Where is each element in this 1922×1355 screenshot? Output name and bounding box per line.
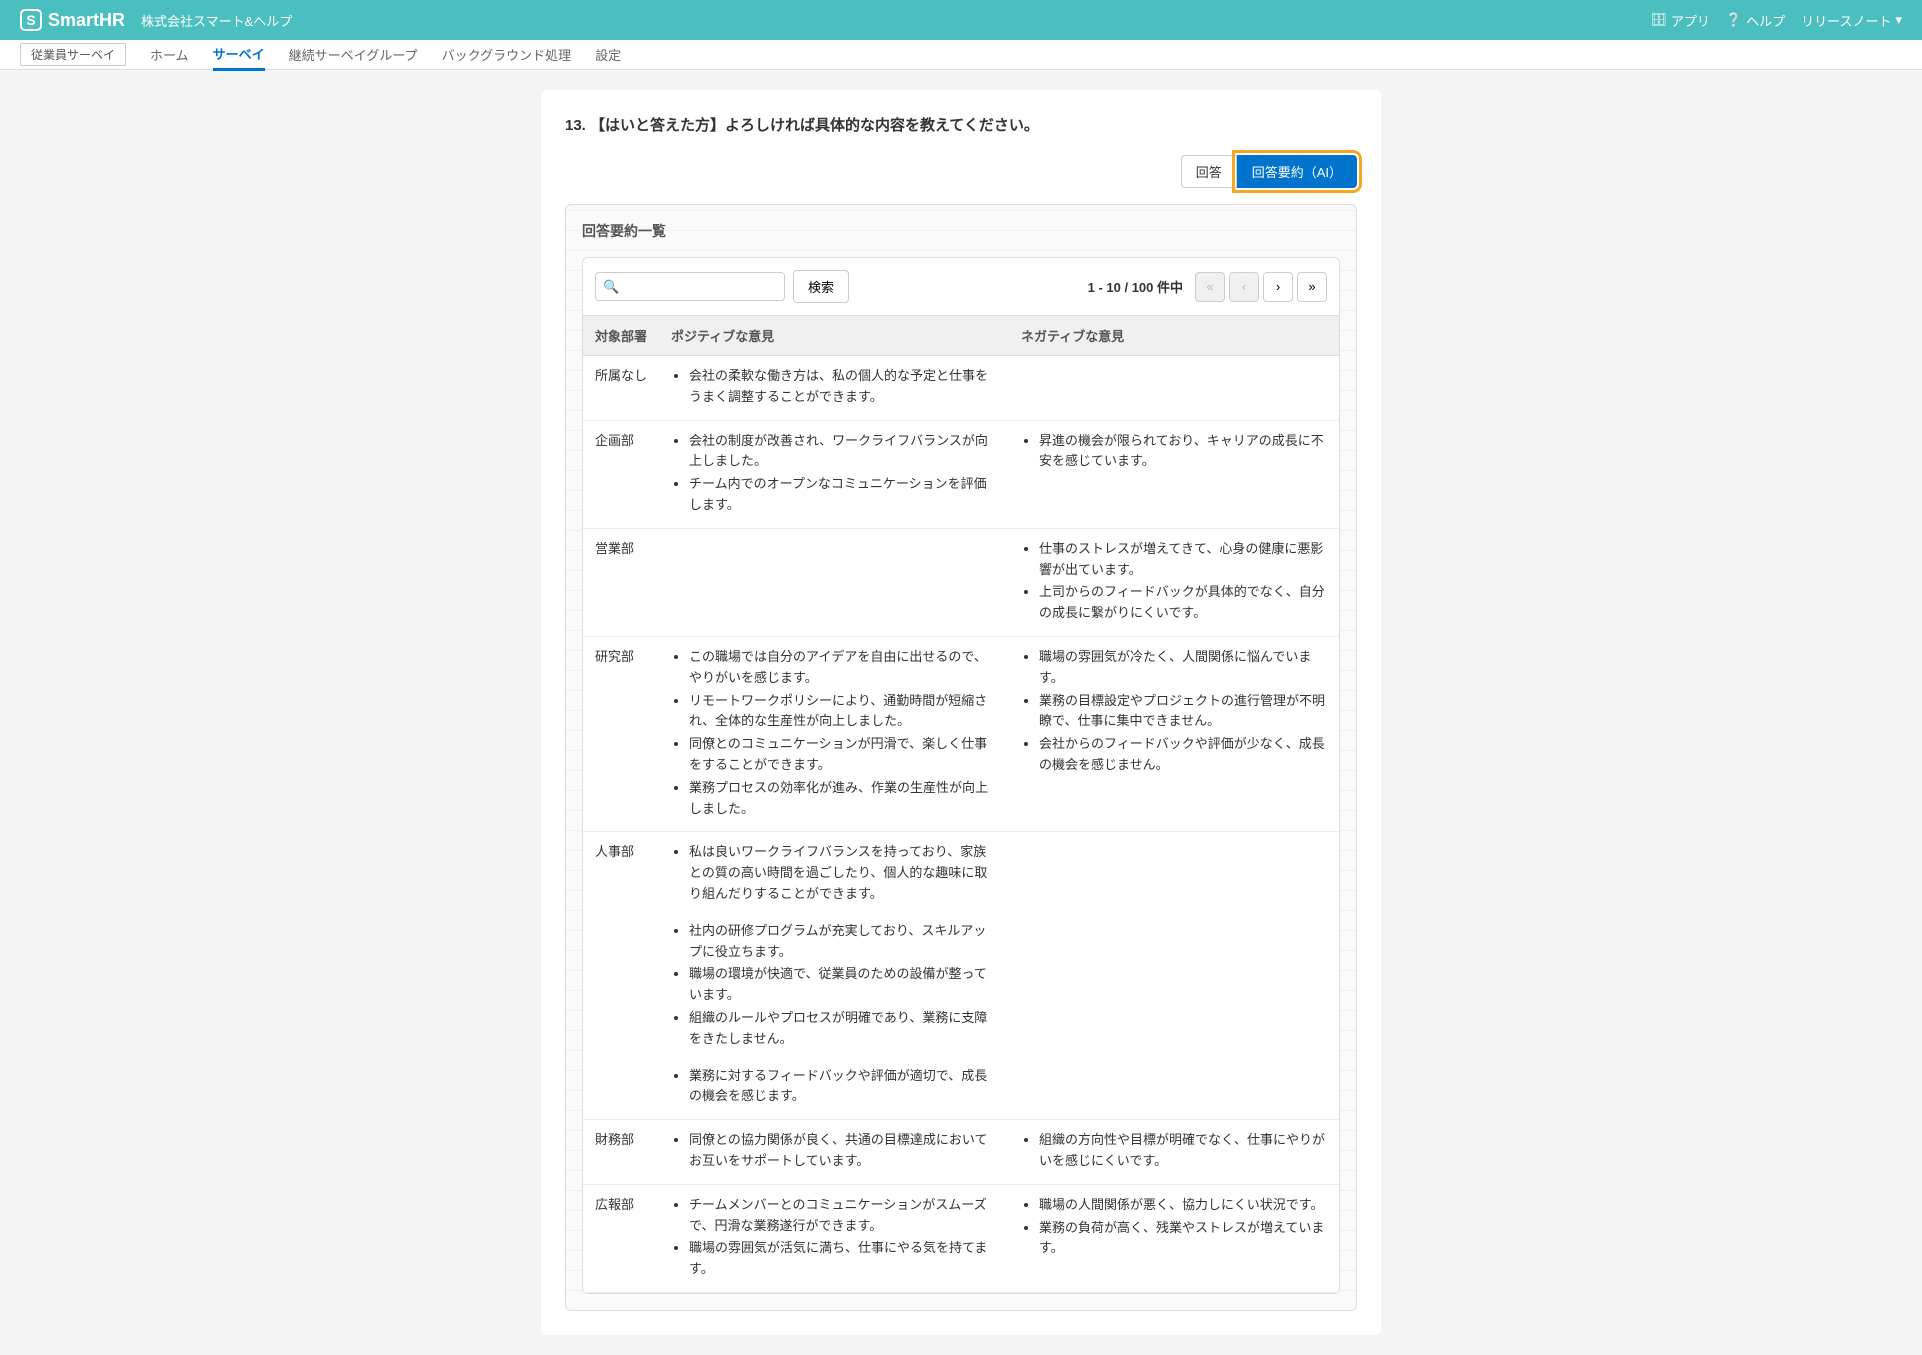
release-notes-link[interactable]: リリースノート ▾ [1801,11,1902,30]
question-card: 13. 【はいと答えた方】よろしければ具体的な内容を教えてください。 回答 回答… [541,90,1381,1335]
summary-panel: 回答要約一覧 🔍 検索 1 - 10 / 100 件中 « ‹ › » [565,204,1357,1311]
question-title: 13. 【はいと答えた方】よろしければ具体的な内容を教えてください。 [565,114,1357,135]
negative-cell [1009,356,1339,421]
negative-cell: 仕事のストレスが増えてきて、心身の健康に悪影響が出ています。上司からのフィードバ… [1009,528,1339,636]
page-prev-button[interactable]: ‹ [1229,272,1259,302]
list-item: 会社からのフィードバックや評価が少なく、成長の機会を感じません。 [1039,734,1327,776]
table-row: 財務部同僚との協力関係が良く、共通の目標達成においてお互いをサポートしています。… [583,1120,1339,1185]
list-item: 昇進の機会が限られており、キャリアの成長に不安を感じています。 [1039,431,1327,473]
positive-cell: 会社の制度が改善され、ワークライフバランスが向上しました。チーム内でのオープンな… [659,420,1009,528]
list-item: 会社の制度が改善され、ワークライフバランスが向上しました。 [689,431,997,473]
table-row: 営業部 仕事のストレスが増えてきて、心身の健康に悪影響が出ています。上司からのフィ… [583,528,1339,636]
list-item: 職場の環境が快適で、従業員のための設備が整っています。 [689,964,997,1006]
pagination: 1 - 10 / 100 件中 « ‹ › » [1088,272,1327,302]
list-item: チームメンバーとのコミュニケーションがスムーズで、円滑な業務遂行ができます。 [689,1195,997,1237]
table-row: 企画部会社の制度が改善され、ワークライフバランスが向上しました。チーム内でのオー… [583,420,1339,528]
app-header: S SmartHR 株式会社スマート&ヘルプ 🗄 アプリ ❔ ヘルプ リリースノ… [0,0,1922,40]
search-input[interactable] [595,272,785,301]
app-link[interactable]: 🗄 アプリ [1650,11,1710,30]
dept-cell: 広報部 [583,1184,659,1292]
page-next-button[interactable]: › [1263,272,1293,302]
search-button[interactable]: 検索 [793,270,849,303]
col-positive: ポジティブな意見 [659,316,1009,356]
col-dept: 対象部署 [583,316,659,356]
list-item: 私は良いワークライフバランスを持っており、家族との質の高い時間を過ごしたり、個人… [689,842,997,904]
positive-cell: この職場では自分のアイデアを自由に出せるので、やりがいを感じます。リモートワーク… [659,636,1009,831]
positive-cell [659,528,1009,636]
positive-cell: 同僚との協力関係が良く、共通の目標達成においてお互いをサポートしています。 [659,1120,1009,1185]
negative-cell [1009,832,1339,1120]
nav-survey[interactable]: サーベイ [213,39,265,71]
list-item: 職場の雰囲気が活気に満ち、仕事にやる気を持てます。 [689,1238,997,1280]
nav-home[interactable]: ホーム [150,40,189,69]
negative-cell: 組織の方向性や目標が明確でなく、仕事にやりがいを感じにくいです。 [1009,1120,1339,1185]
chevron-down-icon: ▾ [1895,12,1902,28]
list-item: 業務プロセスの効率化が進み、作業の生産性が向上しました。 [689,778,997,820]
table-row: 広報部チームメンバーとのコミュニケーションがスムーズで、円滑な業務遂行ができます… [583,1184,1339,1292]
list-item: 組織の方向性や目標が明確でなく、仕事にやりがいを感じにくいです。 [1039,1130,1327,1172]
main-content: 13. 【はいと答えた方】よろしければ具体的な内容を教えてください。 回答 回答… [541,70,1381,1355]
list-item: 社内の研修プログラムが充実しており、スキルアップに役立ちます。 [689,921,997,963]
page-last-button[interactable]: » [1297,272,1327,302]
dept-cell: 営業部 [583,528,659,636]
dept-cell: 研究部 [583,636,659,831]
summary-table: 対象部署 ポジティブな意見 ネガティブな意見 所属なし会社の柔軟な働き方は、私の… [583,315,1339,1293]
positive-cell: 会社の柔軟な働き方は、私の個人的な予定と仕事をうまく調整することができます。 [659,356,1009,421]
negative-cell: 職場の雰囲気が冷たく、人間関係に悩んでいます。業務の目標設定やプロジェクトの進行… [1009,636,1339,831]
positive-cell: 私は良いワークライフバランスを持っており、家族との質の高い時間を過ごしたり、個人… [659,832,1009,1120]
list-item: 同僚とのコミュニケーションが円滑で、楽しく仕事をすることができます。 [689,734,997,776]
briefcase-icon: 🗄 [1650,12,1667,28]
dept-cell: 財務部 [583,1120,659,1185]
col-negative: ネガティブな意見 [1009,316,1339,356]
list-item: リモートワークポリシーにより、通勤時間が短縮され、全体的な生産性が向上しました。 [689,691,997,733]
table-row: 人事部私は良いワークライフバランスを持っており、家族との質の高い時間を過ごしたり… [583,832,1339,1120]
list-item: 職場の人間関係が悪く、協力しにくい状況です。 [1039,1195,1327,1216]
logo-icon: S [20,9,42,31]
table-row: 研究部この職場では自分のアイデアを自由に出せるので、やりがいを感じます。リモート… [583,636,1339,831]
logo[interactable]: S SmartHR [20,9,125,31]
list-item: 会社の柔軟な働き方は、私の個人的な予定と仕事をうまく調整することができます。 [689,366,997,408]
summary-table-card: 🔍 検索 1 - 10 / 100 件中 « ‹ › » [582,257,1340,1294]
page-info: 1 - 10 / 100 件中 [1088,277,1183,296]
positive-cell: チームメンバーとのコミュニケーションがスムーズで、円滑な業務遂行ができます。職場… [659,1184,1009,1292]
nav-survey-group[interactable]: 継続サーベイグループ [289,40,418,69]
list-item: 同僚との協力関係が良く、共通の目標達成においてお互いをサポートしています。 [689,1130,997,1172]
table-row: 所属なし会社の柔軟な働き方は、私の個人的な予定と仕事をうまく調整することができま… [583,356,1339,421]
list-item: 仕事のストレスが増えてきて、心身の健康に悪影響が出ています。 [1039,539,1327,581]
list-item: 職場の雰囲気が冷たく、人間関係に悩んでいます。 [1039,647,1327,689]
nav-background[interactable]: バックグラウンド処理 [442,40,571,69]
help-icon: ❔ [1726,12,1742,28]
list-item: チーム内でのオープンなコミュニケーションを評価します。 [689,474,997,516]
help-link[interactable]: ❔ ヘルプ [1726,11,1785,30]
tab-summary-ai[interactable]: 回答要約（AI） [1237,155,1357,188]
list-item: 上司からのフィードバックが具体的でなく、自分の成長に繋がりにくいです。 [1039,582,1327,624]
tab-answer[interactable]: 回答 [1181,155,1237,188]
negative-cell: 職場の人間関係が悪く、協力しにくい状況です。業務の負荷が高く、残業やストレスが増… [1009,1184,1339,1292]
company-name: 株式会社スマート&ヘルプ [141,11,292,30]
tabs: 回答 回答要約（AI） [565,155,1357,188]
toolbar: 🔍 検索 1 - 10 / 100 件中 « ‹ › » [583,258,1339,315]
logo-text: SmartHR [48,10,125,31]
list-item: 業務に対するフィードバックや評価が適切で、成長の機会を感じます。 [689,1066,997,1108]
nav-bar: 従業員サーベイ ホーム サーベイ 継続サーベイグループ バックグラウンド処理 設… [0,40,1922,70]
nav-badge: 従業員サーベイ [20,43,126,66]
dept-cell: 企画部 [583,420,659,528]
negative-cell: 昇進の機会が限られており、キャリアの成長に不安を感じています。 [1009,420,1339,528]
list-item: 組織のルールやプロセスが明確であり、業務に支障をきたしません。 [689,1008,997,1050]
list-item: この職場では自分のアイデアを自由に出せるので、やりがいを感じます。 [689,647,997,689]
nav-settings[interactable]: 設定 [595,40,621,69]
dept-cell: 所属なし [583,356,659,421]
dept-cell: 人事部 [583,832,659,1120]
search-icon: 🔍 [603,279,619,295]
list-item: 業務の負荷が高く、残業やストレスが増えています。 [1039,1218,1327,1260]
list-item: 業務の目標設定やプロジェクトの進行管理が不明瞭で、仕事に集中できません。 [1039,691,1327,733]
summary-panel-title: 回答要約一覧 [582,221,1340,241]
page-first-button[interactable]: « [1195,272,1225,302]
